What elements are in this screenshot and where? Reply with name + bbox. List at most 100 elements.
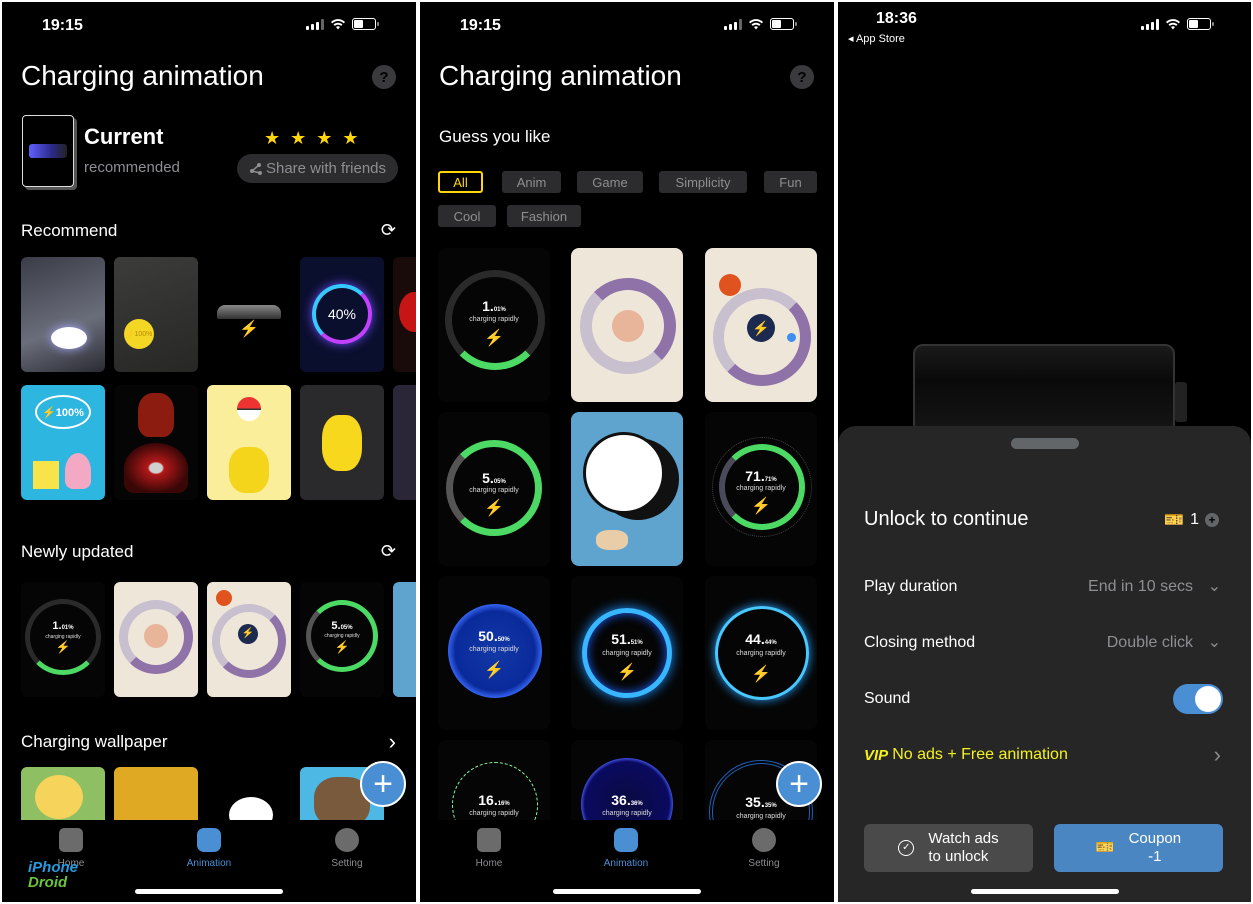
newly-updated-item[interactable]	[114, 582, 198, 697]
sound-toggle[interactable]	[1173, 684, 1223, 714]
animation-card[interactable]: 51.51% charging rapidly ⚡	[571, 576, 683, 730]
chip-anim[interactable]: Anim	[502, 171, 561, 193]
back-to-app-store-link[interactable]: ◂ App Store	[848, 32, 905, 45]
tab-setting[interactable]: Setting	[307, 828, 387, 869]
watermark-logo: iPhone Droid	[28, 859, 79, 891]
newly-updated-item[interactable]: 5.05% charging rapidly ⚡	[300, 582, 384, 697]
chevron-down-icon[interactable]: ⌄	[1208, 576, 1221, 596]
current-subtitle: recommended	[84, 159, 180, 176]
closing-method-label: Closing method	[864, 634, 976, 651]
star-icon: ★	[290, 128, 307, 148]
section-recommend-title: Recommend	[21, 221, 118, 240]
share-with-friends-button[interactable]: Share with friends	[237, 154, 398, 183]
recommend-item[interactable]	[393, 257, 416, 372]
tab-animation[interactable]: Animation	[586, 828, 666, 869]
home-indicator	[135, 889, 283, 894]
bolt-icon: ⚡	[55, 640, 71, 654]
animation-card[interactable]: 1.01% charging rapidly ⚡	[438, 248, 550, 402]
animation-icon	[197, 828, 221, 852]
recommend-item[interactable]	[21, 257, 105, 372]
share-label: Share with friends	[265, 160, 387, 177]
chip-fashion[interactable]: Fashion	[507, 205, 581, 227]
watch-ads-button[interactable]: ✓ Watch ads to unlock	[864, 824, 1033, 872]
animation-card[interactable]: 44.44% charging rapidly ⚡	[705, 576, 817, 730]
star-icon: ★	[316, 128, 333, 148]
add-button[interactable]: +	[776, 761, 822, 807]
status-time: 19:15	[42, 17, 83, 34]
status-bar: 19:15	[420, 2, 834, 52]
bolt-icon: ⚡	[617, 664, 637, 681]
animation-card[interactable]	[571, 412, 683, 566]
animation-screen: 19:15 Charging animation ? Guess you lik…	[420, 2, 834, 902]
coupon-balance: 🎫 1 +	[1164, 510, 1219, 530]
gear-icon	[335, 828, 359, 852]
bolt-icon: ⚡	[751, 666, 771, 683]
chip-game[interactable]: Game	[577, 171, 643, 193]
refresh-icon[interactable]: ⟳	[381, 541, 396, 562]
bolt-icon: ⚡	[747, 314, 775, 342]
help-icon[interactable]: ?	[372, 65, 396, 89]
recommend-item[interactable]	[207, 385, 291, 500]
add-button[interactable]: +	[360, 761, 406, 807]
animation-card[interactable]	[571, 248, 683, 402]
home-indicator	[970, 889, 1119, 894]
status-time: 18:36	[876, 10, 917, 27]
wallpaper-item[interactable]	[21, 767, 105, 825]
recommend-item[interactable]: ⚡100%	[114, 257, 198, 372]
wifi-icon	[749, 19, 763, 30]
newly-updated-item[interactable]: 1.01% charging rapidly ⚡	[21, 582, 105, 697]
chevron-right-icon[interactable]: ›	[389, 729, 396, 755]
recommend-item[interactable]: ⚡100%	[21, 385, 105, 500]
tab-animation[interactable]: Animation	[169, 828, 249, 869]
battery-icon	[770, 18, 797, 30]
vip-upsell-link[interactable]: VIP No ads + Free animation	[864, 746, 1068, 764]
bolt-icon: ⚡	[239, 321, 259, 338]
wallpaper-item[interactable]	[207, 767, 291, 825]
home-indicator	[553, 889, 701, 894]
use-coupon-button[interactable]: 🎫 Coupon -1	[1054, 824, 1223, 872]
signal-icon	[724, 18, 742, 30]
newly-updated-item[interactable]: ⚡	[207, 582, 291, 697]
sheet-grabber[interactable]	[1010, 438, 1079, 449]
coupon-icon: 🎫	[1164, 512, 1185, 529]
star-icon: ★	[342, 128, 359, 148]
home-icon	[477, 828, 501, 852]
add-coupon-icon[interactable]: +	[1205, 513, 1219, 527]
recommend-item[interactable]: 40%	[300, 257, 384, 372]
play-duration-label: Play duration	[864, 578, 958, 595]
wallpaper-item[interactable]	[114, 767, 198, 825]
battery-icon	[352, 18, 379, 30]
status-bar: 18:36 ◂ App Store	[838, 2, 1251, 52]
sheet-title: Unlock to continue	[864, 508, 1029, 530]
recommend-item[interactable]	[300, 385, 384, 500]
check-circle-icon: ✓	[898, 840, 915, 856]
wifi-icon	[331, 19, 345, 30]
coupon-icon: 🎫	[1095, 839, 1115, 856]
current-animation-thumbnail[interactable]	[22, 115, 74, 187]
animation-card[interactable]: 71.71% charging rapidly ⚡	[705, 412, 817, 566]
recommend-item[interactable]	[393, 385, 416, 500]
closing-method-value[interactable]: Double click	[1107, 634, 1193, 652]
animation-icon	[614, 828, 638, 852]
home-screen: 19:15 Charging animation ? Current recom…	[2, 2, 416, 902]
chip-cool[interactable]: Cool	[438, 205, 496, 227]
play-duration-value[interactable]: End in 10 secs	[1088, 578, 1193, 596]
tab-home[interactable]: Home	[449, 828, 529, 869]
chip-all[interactable]: All	[438, 171, 483, 193]
help-icon[interactable]: ?	[790, 65, 814, 89]
sound-label: Sound	[864, 690, 911, 707]
tab-setting[interactable]: Setting	[724, 828, 804, 869]
chevron-right-icon[interactable]: ›	[1214, 742, 1221, 768]
recommend-item[interactable]: ⚡	[207, 257, 291, 372]
refresh-icon[interactable]: ⟳	[381, 220, 396, 241]
chip-fun[interactable]: Fun	[764, 171, 817, 193]
animation-card[interactable]: 50.50% charging rapidly ⚡	[438, 576, 550, 730]
animation-card[interactable]: ⚡	[705, 248, 817, 402]
home-icon	[59, 828, 83, 852]
chevron-down-icon[interactable]: ⌄	[1208, 632, 1221, 652]
animation-card[interactable]: 5.05% charging rapidly ⚡	[438, 412, 550, 566]
page-title: Charging animation	[21, 60, 264, 91]
chip-simplicity[interactable]: Simplicity	[659, 171, 747, 193]
recommend-item[interactable]	[114, 385, 198, 500]
newly-updated-item[interactable]	[393, 582, 416, 697]
